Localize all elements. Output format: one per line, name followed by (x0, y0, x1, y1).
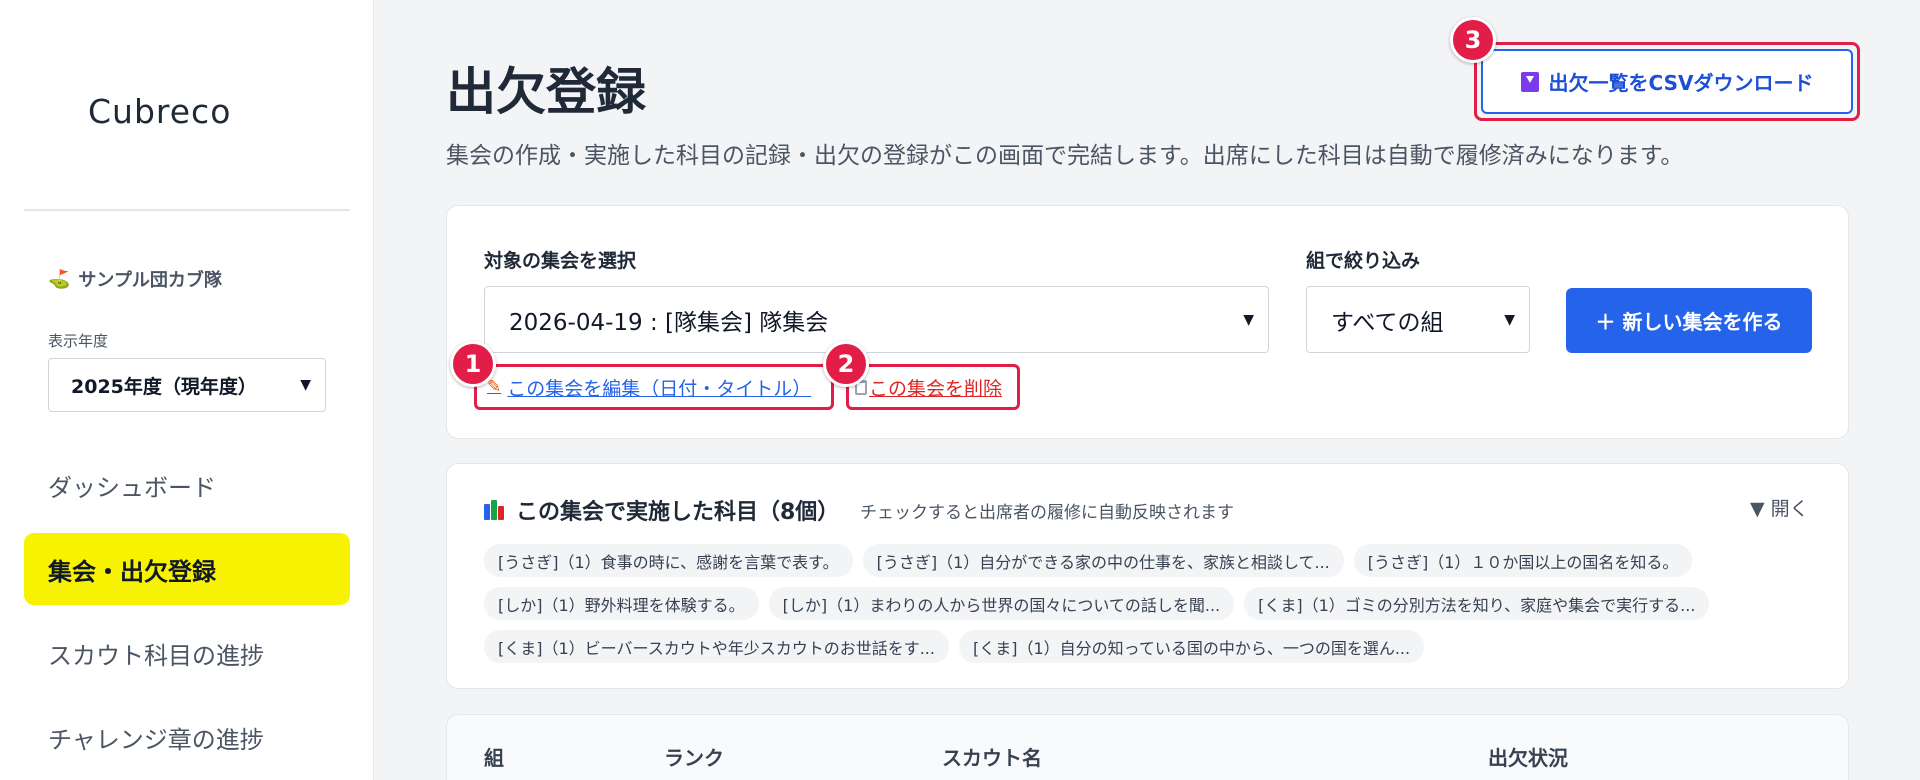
nav-item-scout-progress[interactable]: スカウト科目の進捗 (24, 617, 350, 689)
delete-highlight: この集会を削除 (846, 364, 1020, 410)
app-logo[interactable]: Cubreco (88, 92, 231, 131)
org-name: ⛳ サンプル団カブ隊 (48, 266, 222, 292)
csv-download-button[interactable]: 出欠一覧をCSVダウンロード (1481, 49, 1853, 114)
column-header-group: 組 (484, 746, 504, 770)
books-icon (484, 500, 506, 520)
subject-chip: [うさぎ]（1）１０か国以上の国名を知る。 (1353, 544, 1693, 577)
meeting-select-label: 対象の集会を選択 (484, 250, 637, 272)
annotation-badge-3: 3 (1450, 17, 1496, 63)
meeting-select[interactable]: 2026-04-19 : [隊集会] 隊集会 ▼ (484, 286, 1269, 353)
subject-chip: [くま]（1）自分の知っている国の中から、一つの国を選ん... (958, 630, 1425, 663)
nav-item-attendance[interactable]: 集会・出欠登録 (24, 533, 350, 605)
column-header-rank: ランク (664, 746, 724, 770)
meeting-select-value: 2026-04-19 : [隊集会] 隊集会 (509, 309, 829, 336)
year-select-value: 2025年度（現年度） (71, 375, 257, 398)
column-header-status: 出欠状況 (1488, 746, 1568, 770)
delete-meeting-label: この集会を削除 (869, 377, 1003, 400)
subject-chip: [くま]（1）ゴミの分別方法を知り、家庭や集会で実行する... (1244, 587, 1710, 620)
nav-item-challenge-progress[interactable]: チャレンジ章の進捗 (24, 701, 350, 773)
chevron-down-icon: ▼ (300, 377, 311, 393)
new-meeting-button[interactable]: ＋ 新しい集会を作る (1566, 288, 1812, 353)
attendance-table (446, 714, 1849, 780)
annotation-badge-1: 1 (450, 341, 496, 387)
org-name-label: サンプル団カブ隊 (78, 270, 222, 291)
annotation-badge-2: 2 (823, 341, 869, 387)
subjects-hint: チェックすると出席者の履修に自動反映されます (860, 503, 1234, 523)
year-select[interactable]: 2025年度（現年度） ▼ (48, 358, 326, 412)
subjects-title: この集会で実施した科目（8個） (484, 494, 839, 526)
group-filter-label: 組で絞り込み (1306, 250, 1421, 272)
subject-chip: [うさぎ]（1）自分ができる家の中の仕事を、家族と相談して... (862, 544, 1344, 577)
csv-highlight: 出欠一覧をCSVダウンロード (1474, 42, 1860, 121)
chevron-down-icon: ▼ (1243, 311, 1254, 328)
nav-item-dashboard[interactable]: ダッシュボード (24, 449, 350, 521)
delete-meeting-link[interactable]: この集会を削除 (855, 374, 1002, 401)
column-header-name: スカウト名 (942, 746, 1042, 770)
edit-meeting-link[interactable]: ✎ この集会を編集（日付・タイトル） (487, 374, 811, 401)
subject-chip: [うさぎ]（1）食事の時に、感謝を言葉で表す。 (484, 544, 853, 577)
sidebar: Cubreco ⛳ サンプル団カブ隊 表示年度 2025年度（現年度） ▼ ダッ… (0, 0, 374, 780)
group-filter-value: すべての組 (1331, 309, 1444, 336)
subjects-toggle[interactable]: ▼ 開く (1750, 494, 1809, 521)
subject-chip: [しか]（1）まわりの人から世界の国々についての話しを聞... (768, 587, 1235, 620)
page-title: 出欠登録 (446, 63, 646, 121)
subjects-title-label: この集会で実施した科目（8個） (516, 500, 840, 525)
csv-download-label: 出欠一覧をCSVダウンロード (1548, 71, 1814, 95)
edit-meeting-label: この集会を編集（日付・タイトル） (507, 377, 812, 400)
group-filter-select[interactable]: すべての組 ▼ (1306, 286, 1530, 353)
edit-highlight: ✎ この集会を編集（日付・タイトル） (474, 364, 834, 410)
year-label: 表示年度 (48, 332, 109, 350)
subject-chips: [うさぎ]（1）食事の時に、感謝を言葉で表す。 [うさぎ]（1）自分ができる家の… (484, 544, 1824, 673)
flag-icon: ⛳ (48, 268, 71, 290)
subject-chip: [しか]（1）野外料理を体験する。 (484, 587, 759, 620)
download-icon (1520, 71, 1539, 92)
subject-chip: [くま]（1）ビーバースカウトや年少スカウトのお世話をす... (484, 630, 949, 663)
chevron-down-icon: ▼ (1504, 311, 1515, 328)
sidebar-divider (24, 209, 350, 211)
page-description: 集会の作成・実施した科目の記録・出欠の登録がこの画面で完結します。出席にした科目… (446, 143, 1684, 169)
